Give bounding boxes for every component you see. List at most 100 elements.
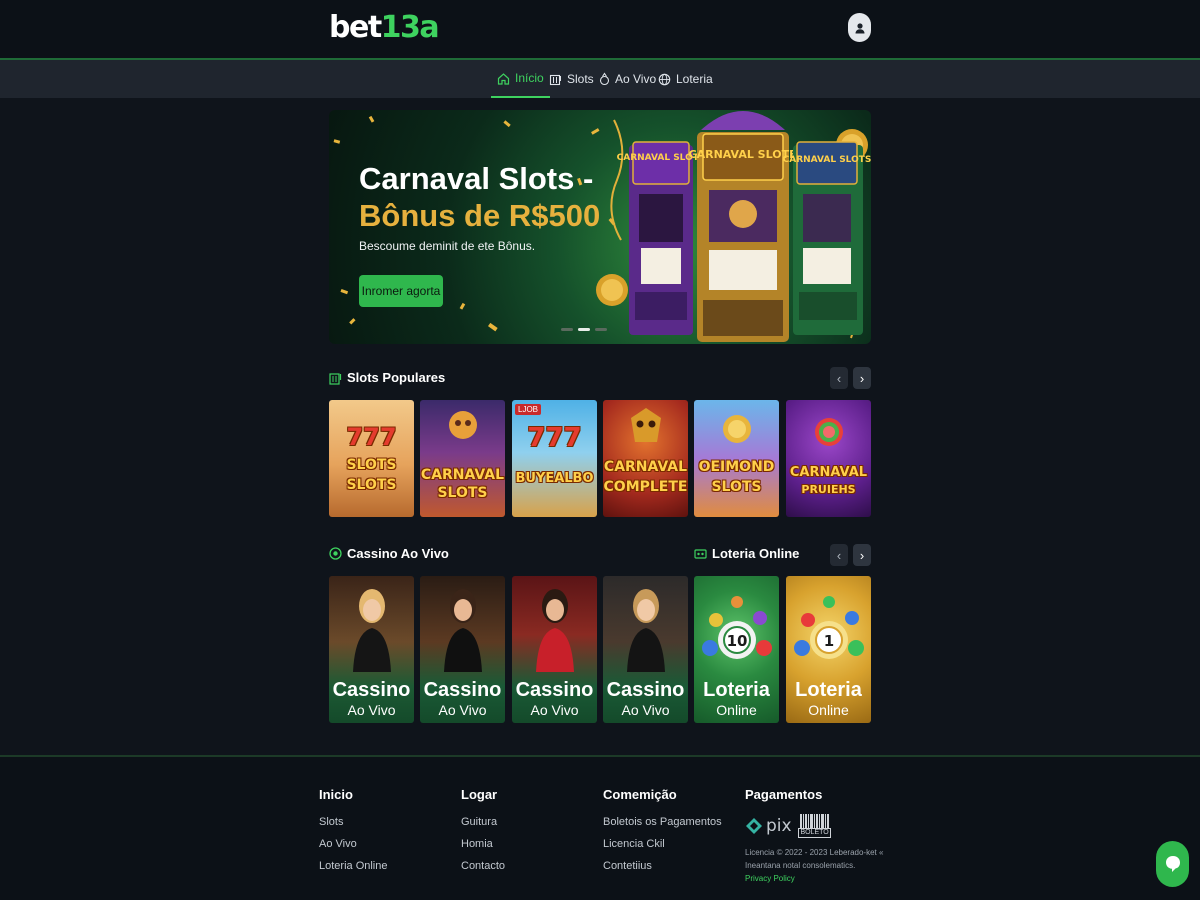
chat-bubble-icon xyxy=(1165,856,1180,872)
globe-icon xyxy=(658,73,671,85)
footer-link[interactable]: Contacto xyxy=(461,860,505,872)
footer-col-pagamentos: Pagamentos pix BOLETO Licencia © 2022 - … xyxy=(745,787,883,885)
game-card-slots-slots[interactable]: 777 SLOTS SLOTS xyxy=(329,400,414,517)
chat-support-button[interactable] xyxy=(1156,841,1189,887)
game-card-line2: CARNAVAL xyxy=(603,459,688,475)
chevron-left-icon: ‹ xyxy=(836,547,842,563)
slot-machine-icon xyxy=(549,74,561,85)
live-card-subtitle: Ao Vivo xyxy=(347,702,396,718)
chevron-left-icon: ‹ xyxy=(836,370,842,386)
live-card-cassino[interactable]: Cassino Ao Vivo xyxy=(420,576,505,723)
nav-item-loteria[interactable]: Loteria xyxy=(658,60,713,98)
pix-text: pix xyxy=(766,816,792,836)
hero-banner[interactable]: CARNAVAL SLOTS CARNAVAL SLOTB CARNAVAL S… xyxy=(329,110,871,344)
brand-logo[interactable]: bet13a xyxy=(329,10,440,45)
footer-link[interactable]: Loteria Online xyxy=(319,860,388,872)
live-card-loteria[interactable]: 10 Loteria Online xyxy=(694,576,779,723)
game-card-carnaval-complete[interactable]: CARNAVAL COMPLETE xyxy=(603,400,688,517)
game-card-carnaval-pruiehs[interactable]: CARNAVAL PRUIEHS xyxy=(786,400,871,517)
slots-section-title: Slots Populares xyxy=(329,370,445,385)
footer-col-logar: Logar Guitura Homia Contacto xyxy=(461,787,505,882)
live-card-subtitle: Ao Vivo xyxy=(530,702,579,718)
game-card-line1: 777 xyxy=(346,423,397,451)
section-title-text: Loteria Online xyxy=(712,546,800,561)
game-card-line3: COMPLETE xyxy=(603,479,688,495)
nav-item-inicio[interactable]: Início xyxy=(491,60,550,98)
live-card-cassino[interactable]: Cassino Ao Vivo xyxy=(603,576,688,723)
gold-coin-icon xyxy=(723,415,751,443)
footer-col-comemicao: Comemição Boletois os Pagamentos Licenci… xyxy=(603,787,722,882)
boleto-text: BOLETO xyxy=(798,828,831,838)
footer-heading: Inicio xyxy=(319,787,353,802)
main-nav: Início Slots Ao Vivo Loteria xyxy=(0,58,1200,98)
svg-text:CARNAVAL SLOTB: CARNAVAL SLOTB xyxy=(689,148,798,161)
pix-icon xyxy=(746,818,762,834)
game-card-line3: SLOTS xyxy=(711,479,762,495)
live-card-title: Loteria xyxy=(795,679,862,701)
user-icon xyxy=(855,22,864,33)
game-card-carnaval-slots[interactable]: CARNAVAL SLOTS xyxy=(420,400,505,517)
lottery-prev-button[interactable]: ‹ xyxy=(830,544,848,566)
nav-item-slots[interactable]: Slots xyxy=(549,60,594,98)
nav-label: Slots xyxy=(567,72,594,86)
game-card-line3: SLOTS xyxy=(437,485,488,501)
live-card-loteria[interactable]: 1 Loteria Online xyxy=(786,576,871,723)
game-card-line2: CARNAVAL xyxy=(420,467,505,483)
chip-icon xyxy=(329,547,342,560)
footer-link[interactable]: Contetiius xyxy=(603,860,722,872)
footer-link[interactable]: Guitura xyxy=(461,816,505,828)
lottery-balls-image: 10 xyxy=(702,596,772,659)
legal-text: Licencia © 2022 - 2023 Leberado-ket « In… xyxy=(745,846,883,885)
live-card-cassino[interactable]: Cassino Ao Vivo xyxy=(329,576,414,723)
dealer-image xyxy=(353,589,391,672)
slot-machine-icon xyxy=(329,372,342,385)
footer-link[interactable]: Homia xyxy=(461,838,505,850)
live-card-subtitle: Online xyxy=(808,702,849,718)
hero-cta-button[interactable]: Inromer agorta xyxy=(359,275,443,307)
footer-heading: Pagamentos xyxy=(745,787,823,802)
slots-next-button[interactable]: › xyxy=(853,367,871,389)
pix-logo: pix xyxy=(745,816,792,836)
nav-item-ao-vivo[interactable]: Ao Vivo xyxy=(599,60,656,98)
live-card-subtitle: Ao Vivo xyxy=(621,702,670,718)
game-card-oeimond-slots[interactable]: OEIMOND SLOTS xyxy=(694,400,779,517)
logo-text-main: bet xyxy=(329,10,382,45)
user-account-button[interactable] xyxy=(848,13,871,42)
footer-link[interactable]: Ao Vivo xyxy=(319,838,388,850)
game-card-buyealbo[interactable]: LJOB 777 BUYEALBO xyxy=(512,400,597,517)
svg-text:1: 1 xyxy=(824,632,834,650)
live-card-title: Cassino xyxy=(423,679,502,701)
payment-logos: pix BOLETO xyxy=(745,814,883,838)
footer-col-inicio: Inicio Slots Ao Vivo Loteria Online xyxy=(319,787,388,882)
carousel-dot[interactable] xyxy=(595,328,607,331)
footer-link[interactable]: Slots xyxy=(319,816,388,828)
fruit-icon xyxy=(815,418,843,446)
hero-subtitle: Bescoume deminit de ete Bônus. xyxy=(359,239,536,253)
section-title-text: Cassino Ao Vivo xyxy=(347,546,449,561)
game-card-line2: OEIMOND xyxy=(698,459,775,475)
live-card-cassino[interactable]: Cassino Ao Vivo xyxy=(512,576,597,723)
site-footer: Inicio Slots Ao Vivo Loteria Online Loga… xyxy=(0,755,1200,900)
chip-icon xyxy=(599,72,610,86)
slots-prev-button[interactable]: ‹ xyxy=(830,367,848,389)
live-card-subtitle: Online xyxy=(716,702,757,718)
game-card-line3: PRUIEHS xyxy=(801,483,856,496)
chevron-right-icon: › xyxy=(859,547,865,563)
carousel-dot-active[interactable] xyxy=(578,328,590,331)
footer-link[interactable]: Licencia Ckil xyxy=(603,838,722,850)
carnival-mask-icon xyxy=(449,411,477,439)
footer-heading: Logar xyxy=(461,787,498,802)
hero-title-line2: Bônus de R$500 xyxy=(359,198,601,233)
carousel-dot[interactable] xyxy=(561,328,573,331)
footer-heading: Comemição xyxy=(603,787,677,802)
top-header: bet13a xyxy=(0,0,1200,58)
game-card-line3: SLOTS xyxy=(346,477,397,493)
game-card-line2: SLOTS xyxy=(346,457,397,473)
live-card-subtitle: Ao Vivo xyxy=(438,702,487,718)
privacy-policy-link[interactable]: Privacy Policy xyxy=(745,872,883,885)
legal-line: Licencia © 2022 - 2023 Leberado-ket « xyxy=(745,848,884,857)
lottery-next-button[interactable]: › xyxy=(853,544,871,566)
live-card-title: Cassino xyxy=(515,679,594,701)
dealer-image xyxy=(444,589,482,672)
footer-link[interactable]: Boletois os Pagamentos xyxy=(603,816,722,828)
